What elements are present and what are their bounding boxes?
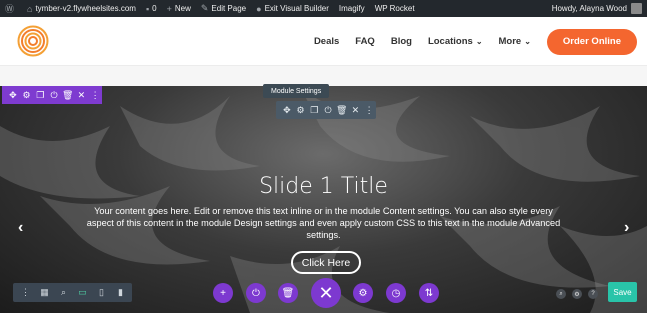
comment-icon: ▪ <box>145 3 150 14</box>
history-icon[interactable]: ◷ <box>386 283 406 303</box>
slide-body-text[interactable]: Your content goes here. Edit or remove t… <box>85 205 562 241</box>
wp-admin-bar: Ⓦ ⌂ tymber-v2.flywheelsites.com ▪ 0 + New ✎… <box>0 0 647 17</box>
portability-icon[interactable]: ⇅ <box>419 283 439 303</box>
exit-visual-builder-link[interactable]: ● Exit Visual Builder <box>251 0 334 17</box>
account-link[interactable]: Howdy, Alayna Wood <box>547 0 647 17</box>
nav-faq[interactable]: FAQ <box>355 36 375 47</box>
order-online-button[interactable]: Order Online <box>546 28 637 55</box>
desktop-icon[interactable]: ▭ <box>73 286 92 300</box>
trash-icon[interactable]: 🗑 <box>335 103 349 117</box>
duplicate-icon[interactable]: ❐ <box>33 88 47 102</box>
close-icon[interactable]: ✕ <box>349 103 363 117</box>
wp-rocket-link[interactable]: WP Rocket <box>370 0 420 17</box>
power-icon[interactable]: ⏻ <box>246 283 266 303</box>
gear-icon[interactable]: ⚙ <box>20 88 34 102</box>
chevron-down-icon: ⌄ <box>475 37 483 46</box>
slider-next-arrow-icon[interactable]: › <box>624 219 629 237</box>
duplicate-icon[interactable]: ❐ <box>307 103 321 117</box>
avatar <box>631 3 642 14</box>
comments-link[interactable]: ▪ 0 <box>141 0 162 17</box>
section-spacer <box>0 66 647 86</box>
close-icon[interactable]: ✕ <box>311 278 341 308</box>
more-icon[interactable]: ⋮ <box>362 103 376 117</box>
section-toolbar: ✥ ⚙ ❐ ⏻ 🗑 ✕ ⋮ <box>2 86 102 104</box>
plus-icon: + <box>166 3 172 14</box>
trash-icon[interactable]: 🗑 <box>278 283 298 303</box>
nav-locations[interactable]: Locations ⌄ <box>428 36 483 47</box>
slide-cta-button[interactable]: Click Here <box>291 251 361 274</box>
tablet-icon[interactable]: ▯ <box>92 286 111 300</box>
wireframe-icon[interactable]: ▦ <box>35 286 54 300</box>
imagify-link[interactable]: Imagify <box>334 0 370 17</box>
module-settings-tooltip: Module Settings <box>263 84 330 98</box>
move-icon[interactable]: ✥ <box>6 88 20 102</box>
power-icon[interactable]: ⏻ <box>47 88 61 102</box>
close-icon[interactable]: ✕ <box>75 88 89 102</box>
view-mode-bar: ⋮ ▦ ⌕ ▭ ▯ ▮ <box>13 283 132 302</box>
site-logo[interactable] <box>17 25 49 57</box>
gear-icon[interactable]: ⚙ <box>353 283 373 303</box>
help-icon[interactable]: ? <box>588 289 598 299</box>
slider-prev-arrow-icon[interactable]: ‹ <box>18 219 23 237</box>
search-icon[interactable]: ⌕ <box>556 289 566 299</box>
add-icon[interactable]: + <box>213 283 233 303</box>
pencil-icon: ✎ <box>200 3 209 13</box>
gear-icon[interactable]: ⚙ <box>294 103 308 117</box>
save-button[interactable]: Save <box>608 282 637 302</box>
wordpress-logo-icon[interactable]: Ⓦ <box>0 0 22 17</box>
power-icon[interactable]: ⏻ <box>321 103 335 117</box>
more-icon[interactable]: ⋮ <box>16 286 35 300</box>
phone-icon[interactable]: ▮ <box>111 286 130 300</box>
more-icon[interactable]: ⋮ <box>88 88 102 102</box>
module-toolbar: ✥ ⚙ ❐ ⏻ 🗑 ✕ ⋮ <box>276 101 376 119</box>
chevron-down-icon: ⌄ <box>524 37 531 46</box>
nav-more[interactable]: More ⌄ <box>499 36 531 47</box>
trash-icon[interactable]: 🗑 <box>61 88 75 102</box>
site-header: Deals FAQ Blog Locations ⌄ More ⌄ Order On… <box>0 17 647 66</box>
main-nav: Deals FAQ Blog Locations ⌄ More ⌄ Order On… <box>314 17 647 66</box>
edit-page-link[interactable]: ✎ Edit Page <box>196 0 251 17</box>
nav-blog[interactable]: Blog <box>391 36 412 47</box>
zoom-icon[interactable]: ⌕ <box>54 286 73 300</box>
move-icon[interactable]: ✥ <box>280 103 294 117</box>
nav-deals[interactable]: Deals <box>314 36 339 47</box>
circle-icon: ● <box>256 3 262 14</box>
home-icon: ⌂ <box>27 3 33 14</box>
new-link[interactable]: + New <box>162 0 196 17</box>
settings-icon[interactable]: ⚙ <box>572 289 582 299</box>
site-link[interactable]: ⌂ tymber-v2.flywheelsites.com <box>22 0 141 17</box>
slide-title[interactable]: Slide 1 Title <box>0 174 647 199</box>
